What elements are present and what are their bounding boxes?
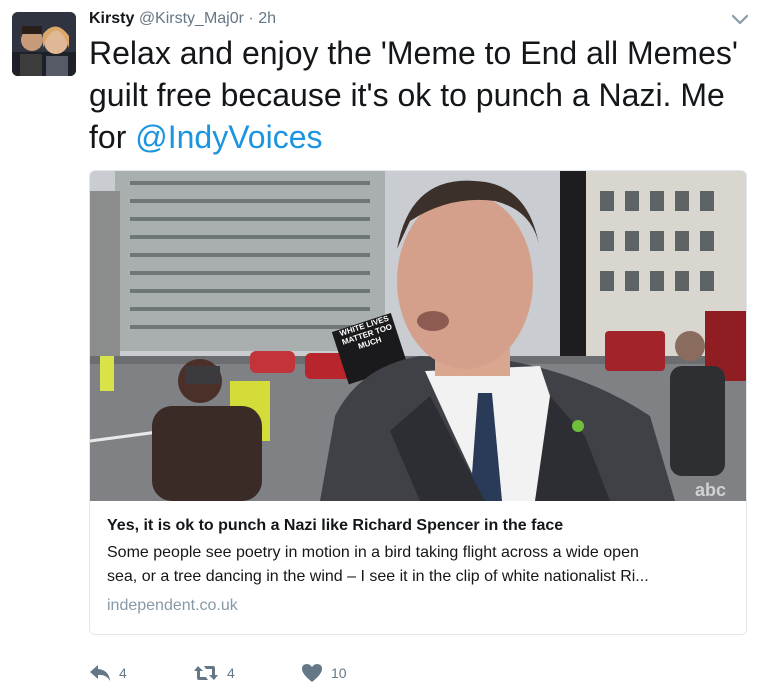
chevron-down-icon[interactable]	[729, 8, 751, 30]
mention-link[interactable]: @IndyVoices	[135, 119, 322, 155]
tweet-header: Kirsty @Kirsty_Maj0r · 2h	[89, 9, 276, 29]
like-button[interactable]: 10	[301, 660, 347, 686]
card-title[interactable]: Yes, it is ok to punch a Nazi like Richa…	[107, 515, 732, 537]
reply-button[interactable]: 4	[89, 660, 127, 686]
retweet-icon	[193, 664, 219, 682]
heart-icon	[301, 663, 323, 683]
tweet-text: Relax and enjoy the 'Meme to End all Mem…	[89, 32, 749, 158]
retweet-count: 4	[227, 665, 235, 681]
avatar[interactable]	[12, 12, 76, 76]
separator: ·	[248, 10, 254, 27]
reply-count: 4	[119, 665, 127, 681]
retweet-button[interactable]: 4	[193, 660, 235, 686]
card-body: Yes, it is ok to punch a Nazi like Richa…	[107, 515, 732, 617]
card-description-line-2: sea, or a tree dancing in the wind – I s…	[107, 568, 649, 585]
card-image[interactable]: abc	[90, 171, 747, 501]
svg-text:abc: abc	[695, 480, 726, 500]
display-name[interactable]: Kirsty	[89, 10, 134, 27]
avatar-image	[12, 12, 76, 76]
reply-icon	[89, 664, 111, 682]
link-card[interactable]: abc WHITE LIVES MATTER TOO MUCH Yes, it …	[89, 170, 747, 635]
card-domain[interactable]: independent.co.uk	[107, 595, 732, 617]
like-count: 10	[331, 665, 347, 681]
handle[interactable]: @Kirsty_Maj0r	[139, 10, 244, 27]
timestamp[interactable]: 2h	[258, 10, 276, 27]
card-description-line-1: Some people see poetry in motion in a bi…	[107, 544, 639, 561]
